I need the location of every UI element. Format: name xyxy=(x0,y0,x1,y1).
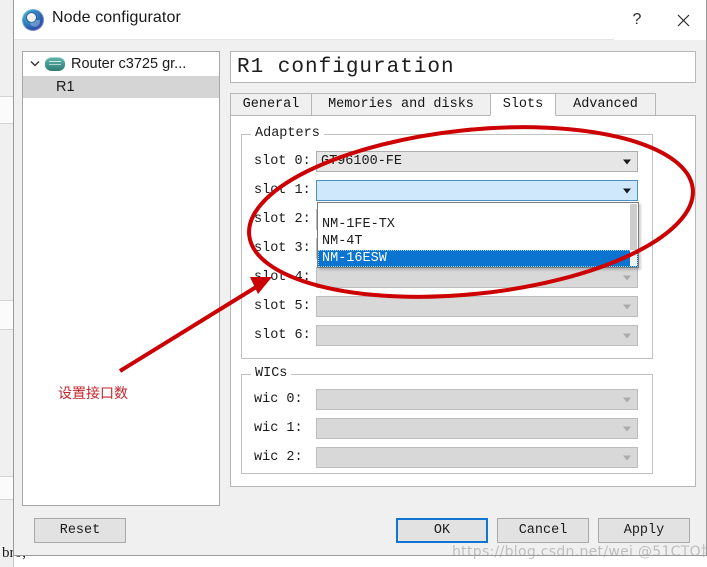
adapter-row-slot6: slot 6: xyxy=(254,325,638,346)
close-icon[interactable] xyxy=(660,0,706,40)
dropdown-option-nm-16esw-label: NM-16ESW xyxy=(322,251,387,266)
slot1-combobox[interactable] xyxy=(316,180,638,201)
slot0-combobox[interactable]: GT96100-FE xyxy=(316,151,638,172)
ok-button[interactable]: OK xyxy=(396,518,488,543)
tree-item-router-group[interactable]: Router c3725 gr... xyxy=(23,52,219,75)
adapter-row-slot1: slot 1: xyxy=(254,180,638,201)
tab-slots-label: Slots xyxy=(502,97,544,112)
apply-button[interactable]: Apply xyxy=(598,518,690,543)
node-configurator-dialog: Node configurator ? Router c3725 gr... R… xyxy=(13,0,707,556)
slot0-value: GT96100-FE xyxy=(321,154,403,169)
adapter-row-slot4: slot 4: xyxy=(254,267,638,288)
wic2-combobox[interactable] xyxy=(316,447,638,468)
dropdown-option-nm-4t[interactable]: NM-4T xyxy=(318,233,638,250)
wics-groupbox: WICs wic 0: wic 1: wic 2: xyxy=(241,366,653,474)
slot6-label: slot 6: xyxy=(254,328,311,343)
wic-row-1: wic 1: xyxy=(254,418,638,439)
cancel-button[interactable]: Cancel xyxy=(497,518,589,543)
close-glyph xyxy=(677,14,689,26)
chevron-down-icon xyxy=(623,397,631,402)
configuration-pane: R1 configuration General Memories and di… xyxy=(230,51,696,506)
slot6-combobox[interactable] xyxy=(316,325,638,346)
reset-button-label: Reset xyxy=(59,523,101,538)
chevron-down-icon xyxy=(623,426,631,431)
reset-button[interactable]: Reset xyxy=(34,518,126,543)
tree-item-router-group-label: Router c3725 gr... xyxy=(71,55,187,72)
dialog-body: Router c3725 gr... R1 R1 configuration G… xyxy=(14,40,706,555)
chevron-down-icon xyxy=(623,304,631,309)
tab-bar: General Memories and disks Slots Advance… xyxy=(230,93,696,116)
page-title: R1 configuration xyxy=(230,51,696,83)
dropdown-scrollbar-thumb[interactable] xyxy=(630,204,637,250)
slot1-label: slot 1: xyxy=(254,183,311,198)
tab-advanced-label: Advanced xyxy=(573,97,638,112)
wic0-label: wic 0: xyxy=(254,392,303,407)
dropdown-option-nm-1fe-tx[interactable]: NM-1FE-TX xyxy=(318,216,638,233)
device-tree-panel[interactable]: Router c3725 gr... R1 xyxy=(22,51,220,506)
router-icon xyxy=(45,56,65,71)
gns3-logo-icon xyxy=(22,9,44,31)
tab-general[interactable]: General xyxy=(230,93,312,116)
dropdown-option-nm-4t-label: NM-4T xyxy=(322,234,363,249)
slot5-combobox[interactable] xyxy=(316,296,638,317)
wic1-combobox[interactable] xyxy=(316,418,638,439)
wic0-combobox[interactable] xyxy=(316,389,638,410)
background-app-strip xyxy=(0,0,14,567)
chevron-down-icon xyxy=(623,188,631,193)
ok-button-label: OK xyxy=(433,523,451,538)
tab-advanced[interactable]: Advanced xyxy=(555,93,656,116)
chevron-down-icon[interactable] xyxy=(27,56,43,72)
tab-slots[interactable]: Slots xyxy=(490,93,556,116)
annotation-note: 设置接口数 xyxy=(58,386,128,402)
dropdown-option-nm-16esw[interactable]: NM-16ESW xyxy=(318,250,638,267)
slots-tab-panel: Adapters slot 0: GT96100-FE slot 1: slot… xyxy=(230,115,696,487)
tree-item-r1-label: R1 xyxy=(56,79,75,95)
dropdown-scrollbar[interactable] xyxy=(630,204,637,266)
dropdown-top-padding xyxy=(318,203,638,216)
tree-item-r1[interactable]: R1 xyxy=(23,76,219,98)
adapters-groupbox-title: Adapters xyxy=(251,126,324,141)
adapter-row-slot0: slot 0: GT96100-FE xyxy=(254,151,638,172)
slot0-label: slot 0: xyxy=(254,154,311,169)
chevron-down-icon xyxy=(623,275,631,280)
wic-row-0: wic 0: xyxy=(254,389,638,410)
chevron-down-icon xyxy=(623,333,631,338)
watermark-text: https://blog.csdn.net/wei @51CTO博客 xyxy=(452,544,707,560)
wic1-label: wic 1: xyxy=(254,421,303,436)
cancel-button-label: Cancel xyxy=(518,523,568,538)
slot4-label: slot 4: xyxy=(254,270,311,285)
tab-memories-and-disks-label: Memories and disks xyxy=(328,97,474,112)
chevron-down-icon xyxy=(623,159,631,164)
slot2-label: slot 2: xyxy=(254,212,311,227)
slot5-label: slot 5: xyxy=(254,299,311,314)
dropdown-option-nm-1fe-tx-label: NM-1FE-TX xyxy=(322,217,395,232)
title-bar: Node configurator ? xyxy=(14,0,706,40)
wic2-label: wic 2: xyxy=(254,450,303,465)
adapter-row-slot5: slot 5: xyxy=(254,296,638,317)
tab-memories-and-disks[interactable]: Memories and disks xyxy=(311,93,491,116)
help-label: ? xyxy=(632,11,642,28)
window-title: Node configurator xyxy=(52,9,181,26)
apply-button-label: Apply xyxy=(623,523,665,538)
chevron-down-icon xyxy=(623,455,631,460)
slot3-label: slot 3: xyxy=(254,241,311,256)
tab-general-label: General xyxy=(242,97,300,112)
wics-groupbox-title: WICs xyxy=(251,366,292,381)
wic-row-2: wic 2: xyxy=(254,447,638,468)
slot4-combobox[interactable] xyxy=(316,267,638,288)
help-icon[interactable]: ? xyxy=(614,0,660,40)
slot1-dropdown-list[interactable]: NM-1FE-TX NM-4T NM-16ESW xyxy=(317,202,639,268)
